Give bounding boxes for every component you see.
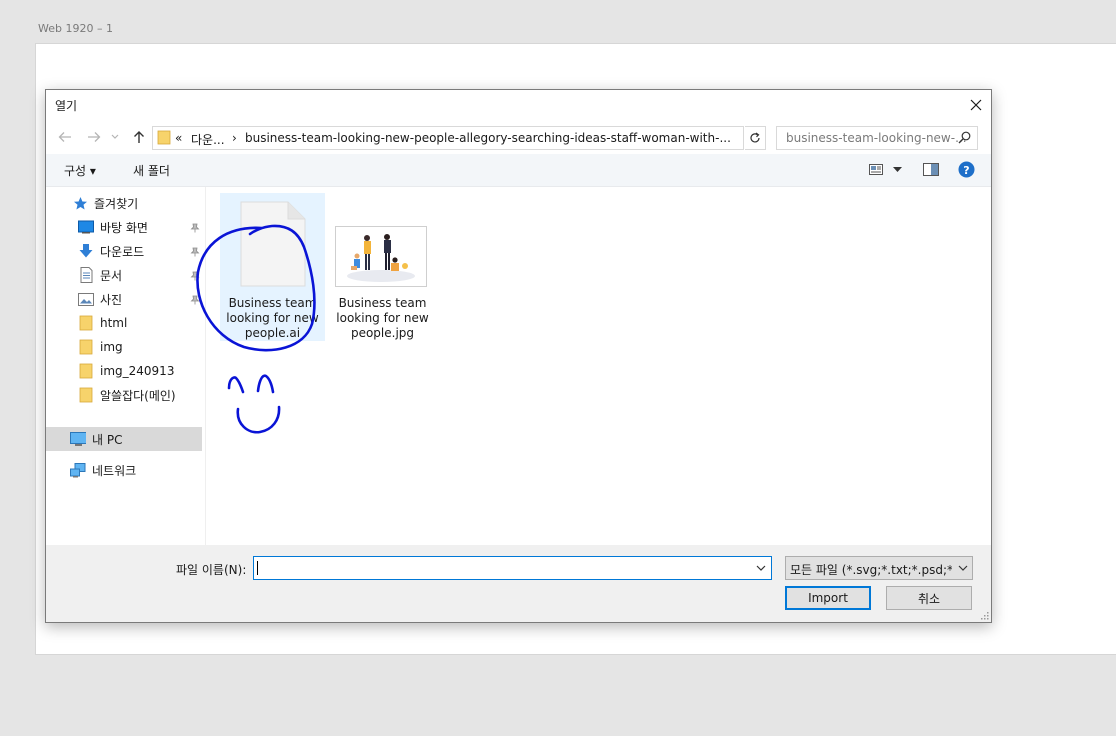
filename-input[interactable] xyxy=(253,556,772,580)
nav-this-pc-label: 내 PC xyxy=(92,432,123,447)
file-list: Business team looking for new people.ai xyxy=(206,187,991,545)
cancel-button[interactable]: 취소 xyxy=(886,586,972,610)
filetype-dropdown[interactable] xyxy=(956,557,970,579)
nav-item-label: 알쓸잡다(메인) xyxy=(100,388,176,403)
back-arrow-icon xyxy=(58,132,71,142)
svg-text:?: ? xyxy=(963,164,969,177)
document-icon xyxy=(78,267,94,283)
breadcrumb-current[interactable]: business-team-looking-new-people-allegor… xyxy=(245,131,731,145)
view-dropdown-icon[interactable] xyxy=(893,167,902,173)
nav-quick-access[interactable]: 즐겨찾기 xyxy=(72,192,138,214)
dialog-titlebar[interactable]: 열기 xyxy=(46,90,991,120)
pin-icon[interactable] xyxy=(190,223,200,233)
folder-icon xyxy=(157,130,171,145)
nav-item-documents[interactable]: 문서 xyxy=(78,264,122,286)
forward-button[interactable] xyxy=(85,128,103,146)
close-button[interactable] xyxy=(961,90,991,120)
address-bar[interactable]: « 다운... › business-team-looking-new-peop… xyxy=(152,126,847,150)
computer-icon xyxy=(70,431,86,447)
breadcrumb-separator: › xyxy=(232,131,237,145)
resize-grip-icon[interactable] xyxy=(980,611,989,620)
file-item-ai[interactable]: Business team looking for new people.ai xyxy=(220,193,325,341)
file-name: Business team looking for new people.jpg xyxy=(336,296,429,340)
file-name: Business team looking for new people.ai xyxy=(226,296,319,340)
filetype-select[interactable]: 모든 파일 (*.svg;*.txt;*.psd;*.ai; xyxy=(785,556,973,580)
nav-item-label: 문서 xyxy=(100,268,123,283)
filename-dropdown[interactable] xyxy=(753,557,769,579)
refresh-icon xyxy=(750,132,760,143)
folder-icon xyxy=(78,339,94,355)
star-icon xyxy=(72,195,88,211)
pictures-icon xyxy=(78,291,94,307)
nav-network-label: 네트워크 xyxy=(92,463,137,478)
blank-document-icon xyxy=(240,201,306,287)
command-toolbar: 구성 ▾ 새 폴더 ? xyxy=(46,154,991,187)
nav-item-label: html xyxy=(100,316,128,330)
nav-item-label: 바탕 화면 xyxy=(100,220,148,235)
close-icon xyxy=(970,99,982,111)
nav-item-label: 다운로드 xyxy=(100,244,145,259)
nav-item-img-240913[interactable]: img_240913 xyxy=(78,360,174,382)
chevron-down-icon xyxy=(111,134,119,139)
folder-icon xyxy=(78,363,94,379)
forward-arrow-icon xyxy=(88,132,101,142)
nav-item-desktop[interactable]: 바탕 화면 xyxy=(78,216,148,238)
organize-button[interactable]: 구성 ▾ xyxy=(64,162,96,179)
desktop-icon xyxy=(78,219,94,235)
import-button[interactable]: Import xyxy=(785,586,871,610)
recent-locations-button[interactable] xyxy=(110,128,120,146)
artboard-label: Web 1920 – 1 xyxy=(38,22,113,35)
search-placeholder: business-team-looking-new-... xyxy=(786,131,967,145)
search-icon xyxy=(958,131,971,144)
dialog-title: 열기 xyxy=(55,99,78,113)
new-folder-button[interactable]: 새 폴더 xyxy=(133,162,170,179)
open-file-dialog: 열기 « 다운... › business-team-looking-new-p… xyxy=(45,89,992,623)
nav-item-label: img xyxy=(100,340,123,354)
address-bar-row: « 다운... › business-team-looking-new-peop… xyxy=(46,124,991,150)
chevron-down-icon xyxy=(958,565,968,571)
filetype-value: 모든 파일 (*.svg;*.txt;*.psd;*.ai; xyxy=(790,563,952,577)
filename-label: 파일 이름(N): xyxy=(176,563,247,577)
nav-item-downloads[interactable]: 다운로드 xyxy=(78,240,144,262)
nav-item-label: 사진 xyxy=(100,292,123,307)
refresh-button[interactable] xyxy=(745,126,766,150)
breadcrumb-parent[interactable]: 다운... xyxy=(191,131,225,148)
file-item-jpg[interactable]: Business team looking for new people.jpg xyxy=(330,193,435,341)
up-button[interactable] xyxy=(130,128,148,146)
nav-item-label: img_240913 xyxy=(100,364,175,378)
download-arrow-icon xyxy=(78,243,94,259)
help-icon[interactable]: ? xyxy=(958,161,975,178)
breadcrumb-overflow[interactable]: « xyxy=(175,131,182,145)
pin-icon[interactable] xyxy=(190,295,200,305)
pin-icon[interactable] xyxy=(190,247,200,257)
chevron-down-icon xyxy=(756,565,766,571)
network-icon xyxy=(70,462,86,478)
nav-this-pc[interactable]: 내 PC xyxy=(70,428,122,450)
preview-pane-icon[interactable] xyxy=(923,163,939,176)
nav-item-pictures[interactable]: 사진 xyxy=(78,288,122,310)
image-thumbnail xyxy=(335,226,427,287)
search-input[interactable]: business-team-looking-new-... xyxy=(776,126,978,150)
nav-item-img[interactable]: img xyxy=(78,336,123,358)
nav-quick-access-label: 즐겨찾기 xyxy=(94,196,139,211)
nav-network[interactable]: 네트워크 xyxy=(70,459,136,481)
dialog-footer: 파일 이름(N): 모든 파일 (*.svg;*.txt;*.psd;*.ai;… xyxy=(46,545,991,622)
folder-icon xyxy=(78,315,94,331)
nav-item-html[interactable]: html xyxy=(78,312,127,334)
up-arrow-icon xyxy=(134,131,144,143)
nav-item-main[interactable]: 알쓸잡다(메인) xyxy=(78,384,176,406)
text-caret xyxy=(257,561,258,575)
navigation-pane: 즐겨찾기 바탕 화면 다운로드 문서 사진 html img img_24091… xyxy=(46,187,206,545)
folder-icon xyxy=(78,387,94,403)
pin-icon[interactable] xyxy=(190,271,200,281)
back-button[interactable] xyxy=(56,128,74,146)
view-options-icon[interactable] xyxy=(869,164,883,175)
